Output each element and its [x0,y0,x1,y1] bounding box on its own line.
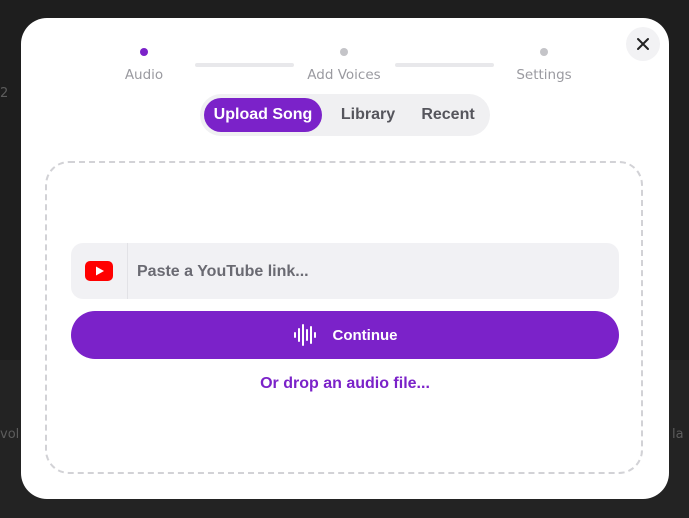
step-dot-active [140,48,148,56]
close-icon [637,38,649,50]
drop-audio-link[interactable]: Or drop an audio file... [71,375,619,393]
step-label: Settings [516,67,572,83]
upload-modal: Audio Add Voices Settings Upload Song Li… [21,18,669,499]
step-add-voices: Add Voices [284,48,404,83]
background-text-fragment: vol [0,427,20,442]
step-connector [395,63,494,67]
youtube-icon [85,261,113,281]
tab-library[interactable]: Library [328,98,408,132]
background-text-fragment: 2 [0,86,9,101]
youtube-link-input[interactable] [135,243,609,299]
waveform-icon [293,324,316,346]
tab-recent[interactable]: Recent [410,98,486,132]
tab-upload-song[interactable]: Upload Song [204,98,322,132]
youtube-icon-cell [71,243,128,299]
continue-button[interactable]: Continue [71,311,619,359]
step-dot [340,48,348,56]
step-label: Audio [124,67,164,83]
source-tabs: Upload Song Library Recent [200,94,490,136]
background-text-fragment: la [672,427,684,442]
close-button[interactable] [626,27,660,61]
step-settings: Settings [484,48,604,83]
step-connector [195,63,294,67]
step-dot [540,48,548,56]
step-label: Add Voices [307,67,381,83]
youtube-link-field [71,243,619,299]
step-audio: Audio [84,48,204,83]
continue-label: Continue [332,326,398,344]
